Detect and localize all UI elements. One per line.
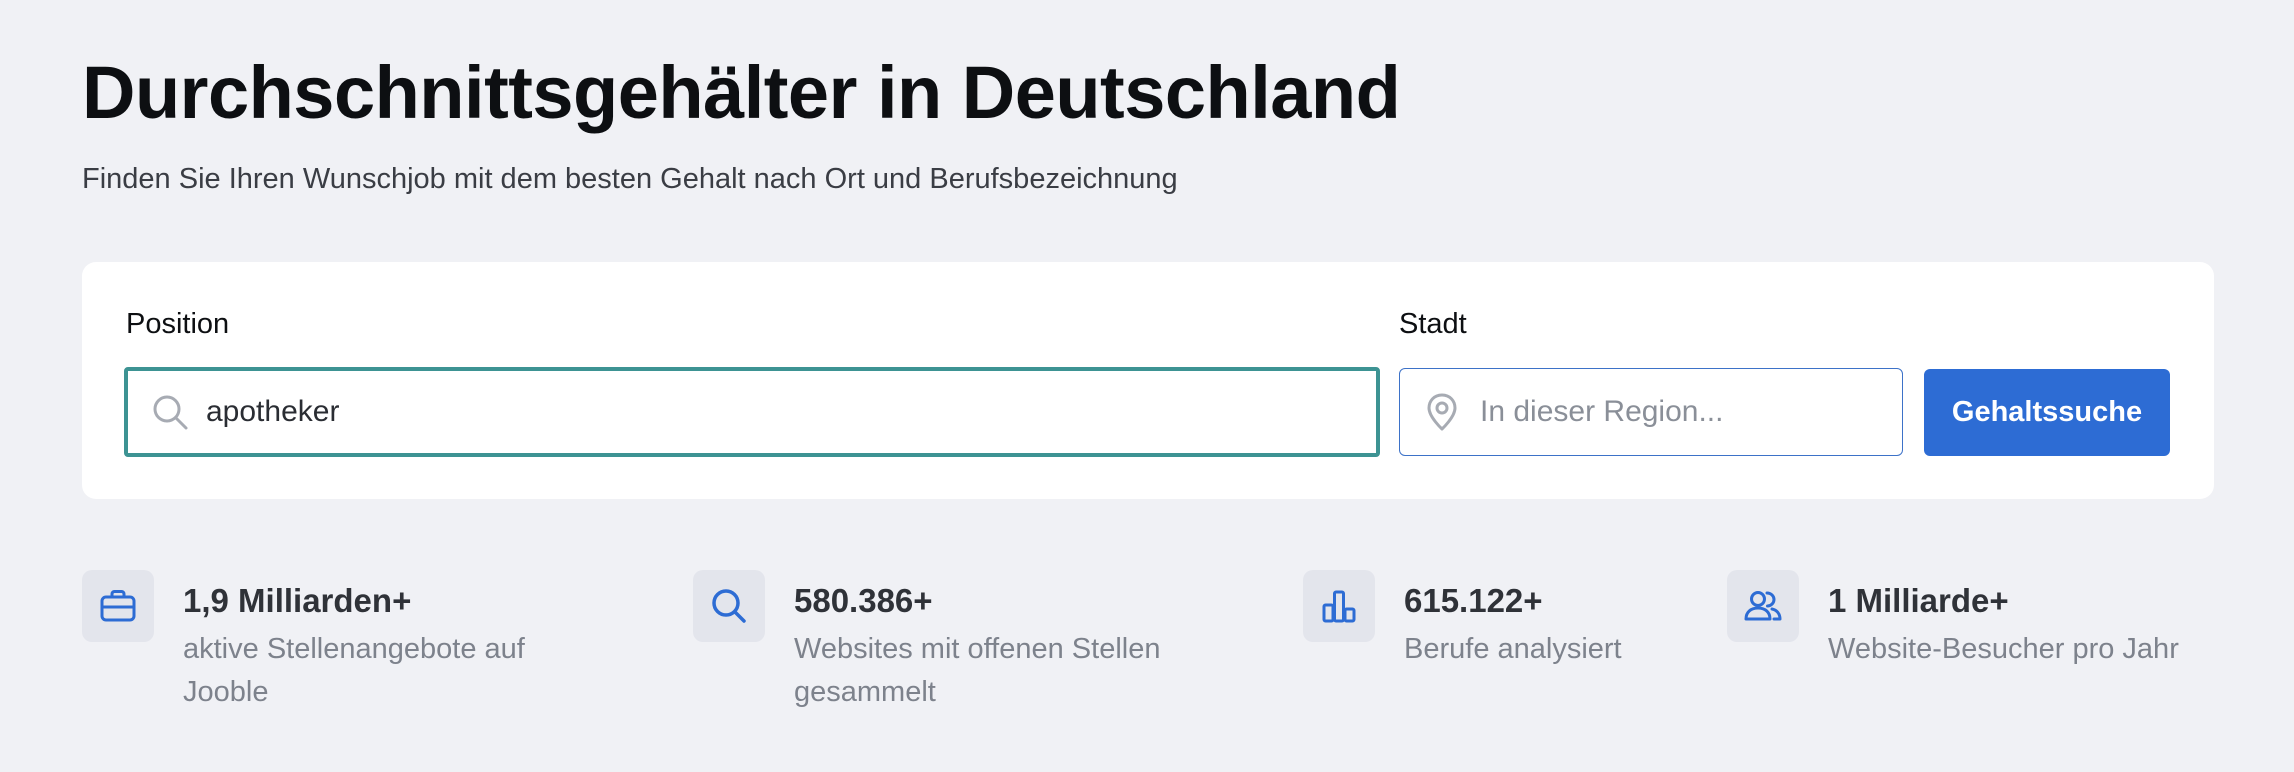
position-input-value[interactable]: apotheker [206, 395, 339, 429]
stat-number: 1 Milliarde+ [1828, 582, 2009, 619]
page-title: Durchschnittsgehälter in Deutschland [82, 51, 1401, 134]
page-subtitle: Finden Sie Ihren Wunschjob mit dem beste… [82, 163, 1178, 195]
search-icon [153, 395, 188, 430]
stat-icon-box [1727, 570, 1799, 642]
users-icon [1744, 591, 1782, 621]
salary-search-card: Position Stadt apotheker In dieser Regio… [82, 262, 2214, 499]
stat-description: Website-Besucher pro Jahr [1828, 633, 2179, 665]
stat-description: Websites mit offenen Stellen gesammelt [794, 633, 1161, 708]
bar-chart-icon [1322, 590, 1356, 623]
stat-number: 580.386+ [794, 582, 933, 619]
stat-icon-box [693, 570, 765, 642]
city-input[interactable]: In dieser Region... [1399, 368, 1903, 456]
stat-icon-box [82, 570, 154, 642]
city-label: Stadt [1399, 308, 1467, 340]
search-icon [712, 589, 746, 623]
city-input-placeholder[interactable]: In dieser Region... [1480, 395, 1723, 429]
stat-number: 1,9 Milliarden+ [183, 582, 412, 619]
location-pin-icon [1427, 393, 1457, 431]
page: Durchschnittsgehälter in Deutschland Fin… [0, 0, 2294, 772]
salary-search-button[interactable]: Gehaltssuche [1924, 369, 2170, 456]
stat-icon-box [1303, 570, 1375, 642]
briefcase-icon [100, 590, 136, 622]
stat-number: 615.122+ [1404, 582, 1543, 619]
position-label: Position [126, 308, 230, 340]
stat-description: aktive Stellenangebote auf Jooble [183, 633, 525, 708]
position-input[interactable]: apotheker [124, 367, 1380, 457]
